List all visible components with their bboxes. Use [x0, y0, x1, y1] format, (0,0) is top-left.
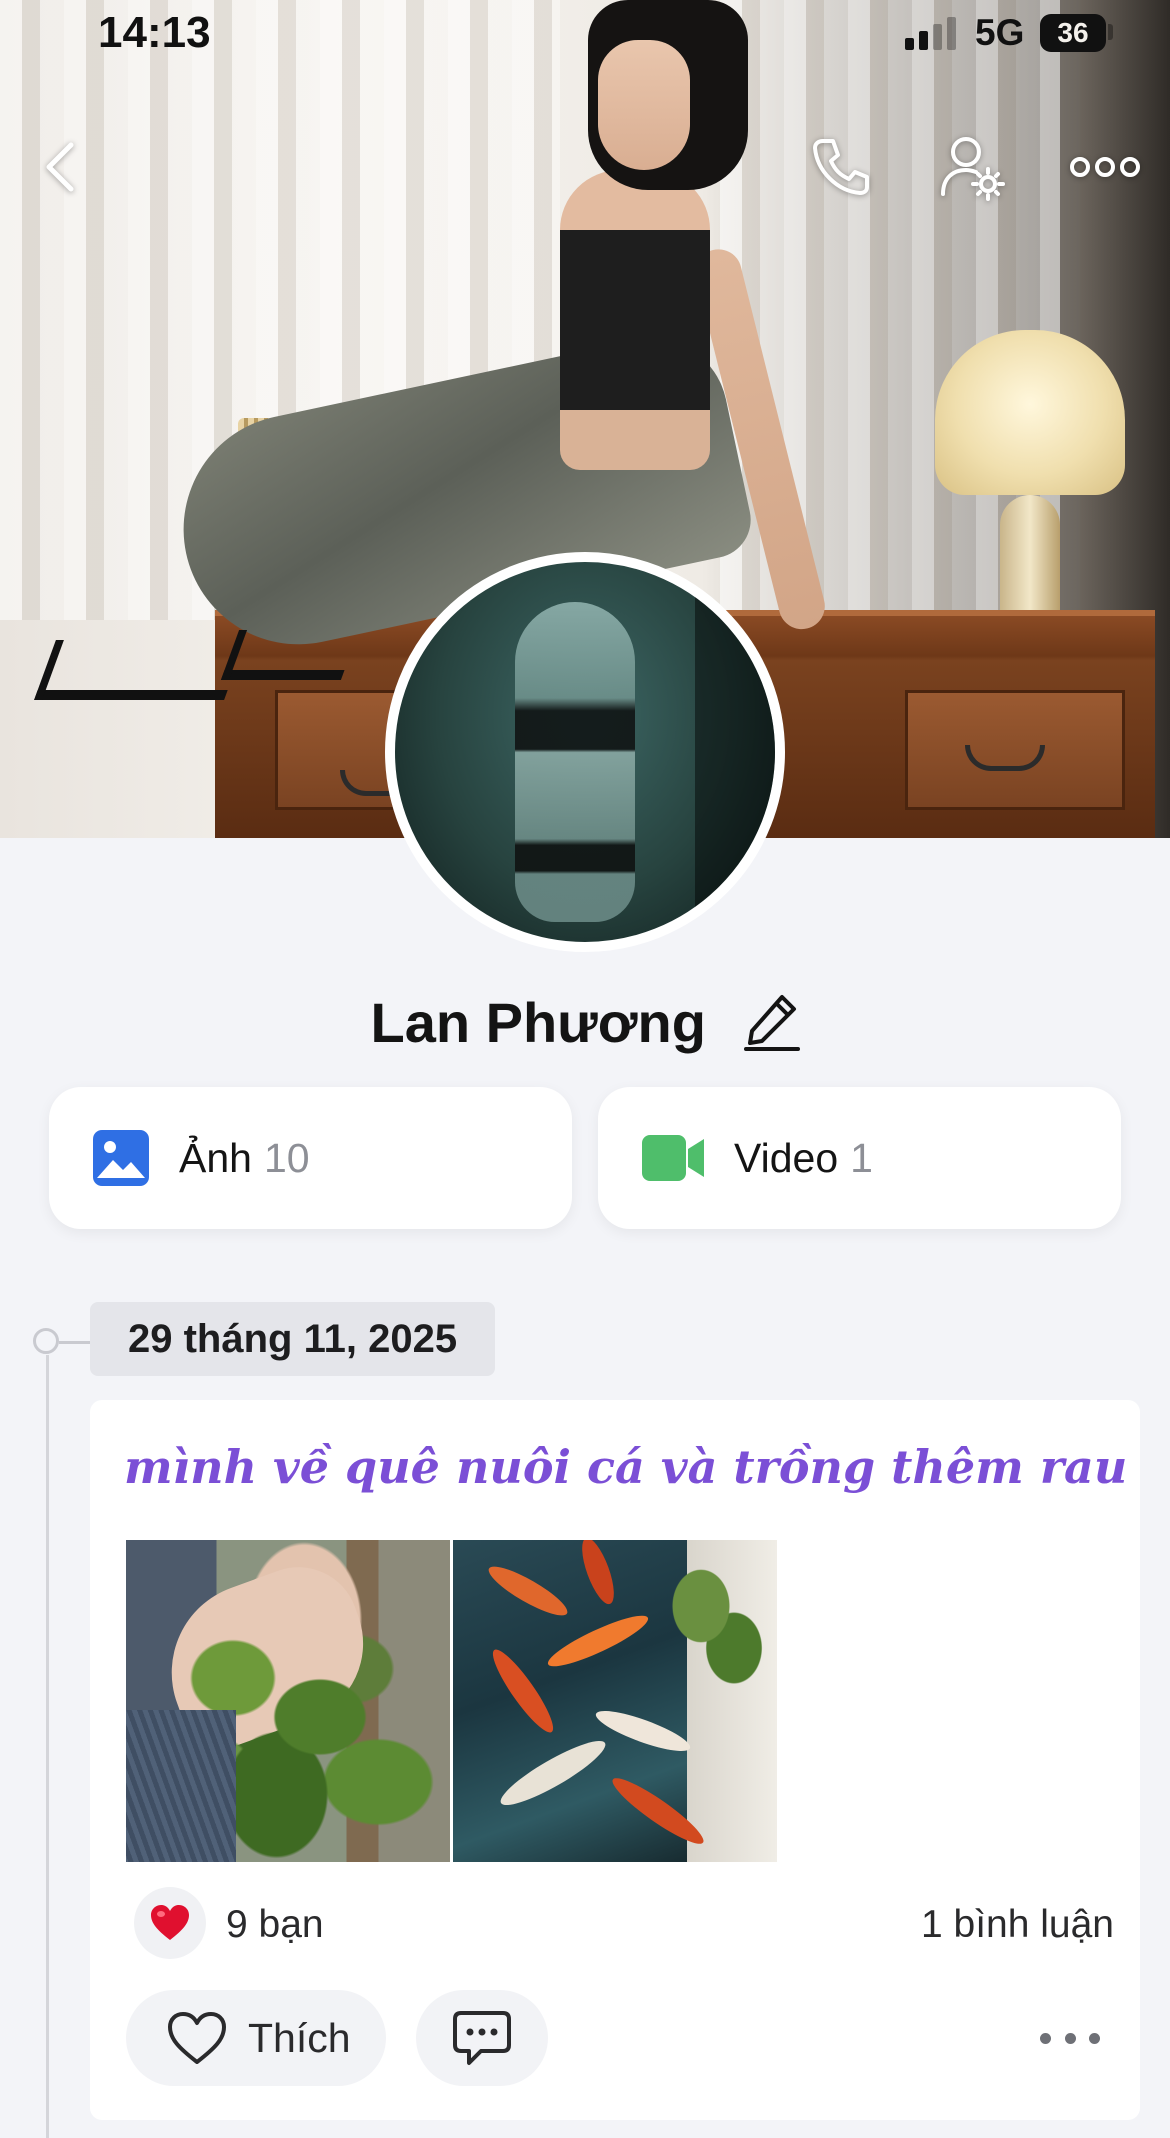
reaction-badge[interactable] — [134, 1887, 206, 1959]
more-options-button[interactable] — [1060, 122, 1150, 212]
post-photo-plant[interactable] — [126, 1540, 450, 1862]
status-time: 14:13 — [98, 8, 211, 57]
photos-card[interactable]: Ảnh 10 — [49, 1087, 572, 1229]
profile-name: Lan Phương — [0, 990, 1170, 1064]
ellipsis-icon — [1040, 2032, 1051, 2044]
image-icon — [93, 1130, 149, 1186]
like-button[interactable]: Thích — [126, 1990, 386, 2086]
photos-count: 10 — [263, 1134, 310, 1181]
videos-card[interactable]: Video 1 — [598, 1087, 1121, 1229]
pencil-icon — [743, 994, 800, 1051]
videos-label: Video — [734, 1134, 839, 1181]
videos-count: 1 — [850, 1134, 873, 1181]
timeline-date: 29 tháng 11, 2025 — [90, 1302, 496, 1376]
heart-outline-icon — [168, 2012, 226, 2064]
profile-settings-button[interactable] — [928, 122, 1018, 212]
chevron-left-icon — [46, 142, 74, 192]
heart-icon — [151, 1905, 189, 1940]
post-photo-koi[interactable] — [453, 1540, 777, 1862]
call-button[interactable] — [796, 122, 886, 212]
profile-name-text: Lan Phương — [370, 991, 706, 1054]
comment-button[interactable] — [416, 1990, 548, 2086]
battery-icon: 36 — [1040, 14, 1106, 52]
post-card[interactable]: mình về quê nuôi cá và trồng thêm rau 9 … — [90, 1400, 1140, 2120]
reaction-count[interactable]: 9 bạn — [226, 1903, 324, 1947]
user-gear-icon — [941, 137, 1005, 201]
comment-count[interactable]: 1 bình luận — [921, 1903, 1114, 1947]
back-button[interactable] — [16, 122, 106, 212]
avatar[interactable] — [385, 552, 785, 952]
photos-label: Ảnh — [179, 1134, 252, 1181]
timeline-dot — [33, 1328, 104, 1354]
signal-icon — [905, 16, 961, 50]
post-text: mình về quê nuôi cá và trồng thêm rau — [124, 1440, 1128, 1494]
post-more-button[interactable] — [1040, 2020, 1100, 2056]
chat-bubble-icon — [453, 2011, 511, 2065]
network-type: 5G — [975, 12, 1025, 53]
video-camera-icon — [642, 1135, 704, 1181]
phone-icon — [813, 139, 869, 195]
edit-name-button[interactable] — [743, 991, 800, 1064]
timeline-line — [46, 1355, 49, 2138]
ellipsis-icon — [1070, 157, 1140, 177]
reaction-row: 9 bạn 1 bình luận — [134, 1887, 1114, 1961]
status-bar: 14:13 5G 36 — [0, 0, 1170, 70]
like-label: Thích — [248, 2014, 351, 2061]
lamp — [935, 330, 1125, 495]
